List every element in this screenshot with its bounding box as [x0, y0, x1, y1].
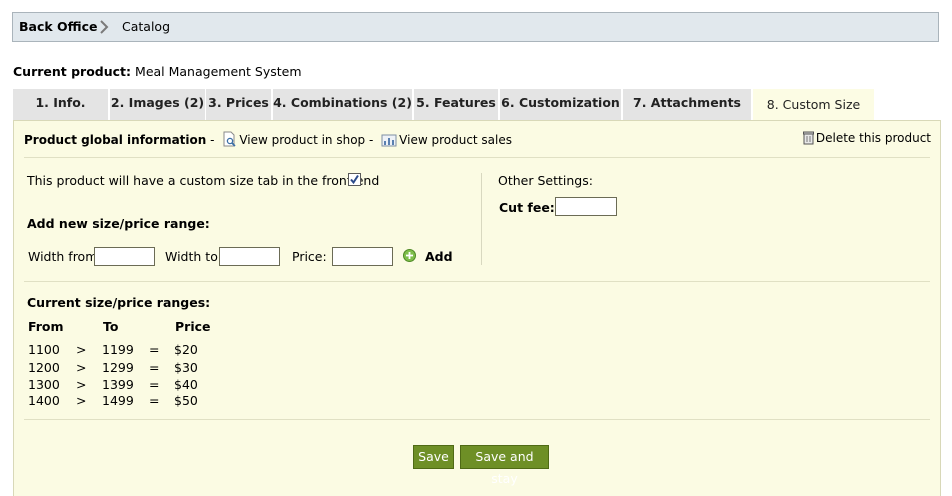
col-from-header: From [28, 319, 64, 334]
save-button[interactable]: Save [413, 445, 454, 469]
tab-images[interactable]: 2. Images (2) [110, 89, 205, 120]
range-from: 1200 [28, 360, 60, 375]
delete-product-label: Delete this product [815, 131, 931, 145]
view-product-in-shop-label: View product in shop [239, 133, 366, 147]
current-product-name: Meal Management System [135, 64, 302, 79]
range-to: 1199 [102, 342, 134, 357]
tab-features[interactable]: 5. Features [414, 89, 498, 120]
current-product-label: Current product: [13, 64, 132, 79]
view-product-in-shop-link[interactable]: View product in shop [218, 131, 369, 147]
breadcrumb-catalog: Catalog [122, 19, 171, 34]
tab-prices[interactable]: 3. Prices [206, 89, 271, 120]
custom-tab-checkbox[interactable] [348, 173, 361, 186]
cut-fee-input[interactable] [555, 197, 617, 216]
tab-attachments[interactable]: 7. Attachments (0) [623, 89, 751, 138]
range-gt: > [76, 360, 87, 375]
range-eq: = [149, 393, 160, 408]
panel-header: Product global information - View produc… [24, 131, 512, 147]
range-to: 1499 [102, 393, 134, 408]
tab-custom-size[interactable]: 8. Custom Size [753, 89, 874, 120]
col-price-header: Price [175, 319, 211, 334]
tab-info[interactable]: 1. Info. [13, 89, 108, 120]
range-price: $50 [174, 393, 198, 408]
view-product-sales-label: View product sales [399, 133, 513, 147]
range-gt: > [76, 377, 87, 392]
range-eq: = [149, 360, 160, 375]
range-from: 1300 [28, 377, 60, 392]
range-from: 1400 [28, 393, 60, 408]
panel-title: Product global information [24, 133, 207, 147]
range-price: $20 [174, 342, 198, 357]
add-range-heading: Add new size/price range: [27, 216, 210, 231]
view-product-sales-link[interactable]: View product sales [377, 133, 512, 147]
breadcrumb-back-office[interactable]: Back Office [19, 19, 98, 34]
other-settings-label: Other Settings: [498, 173, 593, 188]
page-magnifier-icon [223, 131, 236, 147]
tab-combinations[interactable]: 4. Combinations (2) [273, 89, 412, 120]
price-input[interactable] [332, 247, 393, 266]
divider [24, 157, 930, 158]
width-from-label: Width from: [28, 249, 102, 264]
breadcrumb: Back Office Catalog [12, 12, 939, 42]
sales-chart-icon [381, 134, 397, 147]
add-range-button[interactable]: Add [425, 249, 453, 264]
header-separator: - [210, 133, 215, 147]
col-to-header: To [103, 319, 119, 334]
column-divider [481, 173, 482, 265]
width-to-input[interactable] [219, 247, 280, 266]
trash-icon [802, 131, 814, 145]
width-to-label: Width to: [165, 249, 223, 264]
width-from-input[interactable] [94, 247, 155, 266]
range-gt: > [76, 393, 87, 408]
range-eq: = [149, 342, 160, 357]
current-product: Current product: Meal Management System [13, 64, 302, 79]
divider [24, 419, 930, 420]
delete-product-link[interactable]: Delete this product [799, 131, 931, 145]
chevron-right-icon [100, 20, 109, 34]
range-to: 1399 [102, 377, 134, 392]
range-to: 1299 [102, 360, 134, 375]
divider [24, 281, 930, 282]
range-eq: = [149, 377, 160, 392]
range-from: 1100 [28, 342, 60, 357]
range-price: $40 [174, 377, 198, 392]
custom-tab-text: This product will have a custom size tab… [27, 173, 380, 188]
cut-fee-label: Cut fee: [499, 200, 555, 215]
range-gt: > [76, 342, 87, 357]
plus-circle-icon[interactable] [403, 249, 416, 262]
ranges-heading: Current size/price ranges: [27, 295, 211, 310]
price-label: Price: [292, 249, 327, 264]
tab-customization[interactable]: 6. Customization [500, 89, 621, 120]
header-separator: - [369, 133, 374, 147]
custom-size-panel: Product global information - View produc… [13, 120, 941, 496]
save-and-stay-button[interactable]: Save and stay [460, 445, 549, 486]
range-price: $30 [174, 360, 198, 375]
